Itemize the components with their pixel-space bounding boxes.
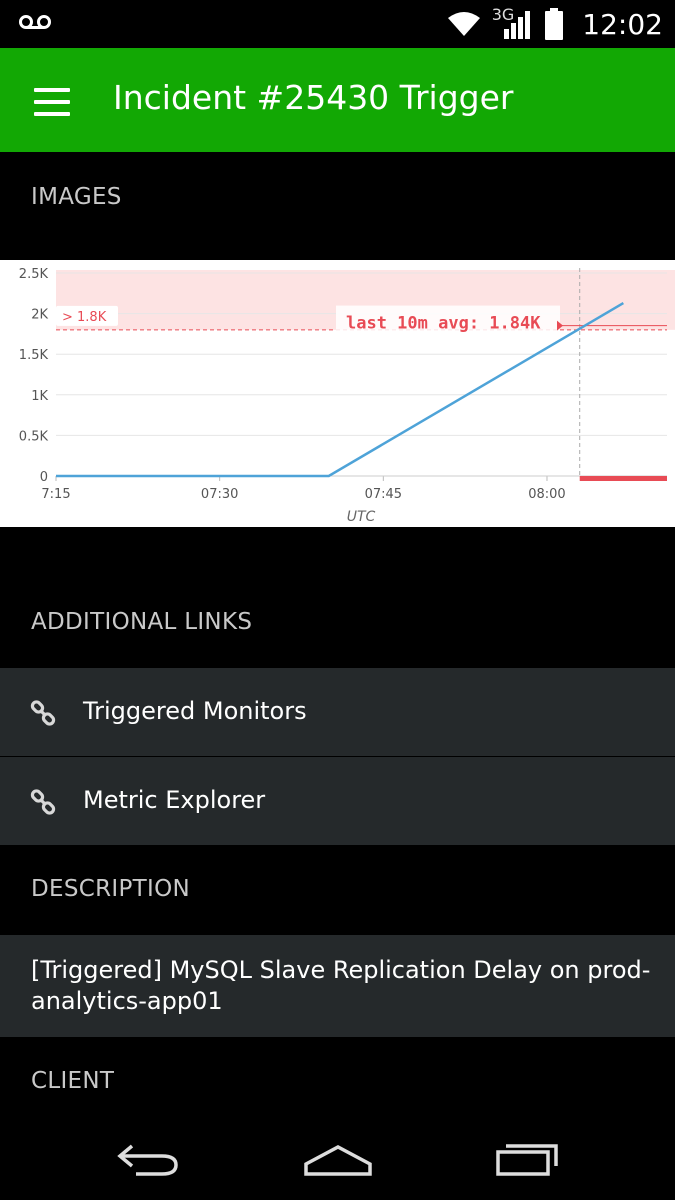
chart-svg: 0 0.5K 1K 1.5K 2K 2.5K 7:15 07:30 07:45 08:00 > 1.…	[19, 267, 675, 525]
nav-bar	[0, 1116, 675, 1200]
chart-annotation-label: last 10m avg: 1.84K	[346, 314, 541, 334]
description-text: [Triggered] MySQL Slave Replication Dela…	[31, 956, 651, 1015]
hamburger-menu-icon[interactable]	[26, 82, 78, 122]
link-icon	[30, 789, 56, 815]
app-bar: Incident #25430 Trigger	[0, 48, 675, 152]
wifi-icon	[447, 12, 480, 36]
chart-x-axis-label: UTC	[347, 509, 376, 525]
link-icon	[30, 700, 56, 726]
chart-y-tick-label: 2K	[31, 308, 48, 323]
page-title: Incident #25430 Trigger	[113, 78, 514, 117]
chart-x-tick-label: 07:45	[365, 487, 402, 502]
link-label: Metric Explorer	[83, 786, 266, 814]
section-header-client: CLIENT	[31, 1068, 115, 1094]
battery-icon	[545, 8, 564, 40]
voicemail-icon	[19, 15, 51, 29]
link-triggered-monitors[interactable]: Triggered Monitors	[0, 668, 675, 756]
recents-icon[interactable]	[486, 1134, 566, 1182]
home-icon[interactable]	[298, 1134, 378, 1182]
description-box: [Triggered] MySQL Slave Replication Dela…	[0, 935, 675, 1037]
back-icon[interactable]	[110, 1134, 190, 1182]
chart-y-tick-label: 0.5K	[19, 429, 49, 444]
chart-alert-bar	[579, 476, 667, 481]
section-header-additional-links: ADDITIONAL LINKS	[31, 609, 253, 635]
chart-x-tick-label: 7:15	[41, 487, 70, 502]
chart-y-tick-label: 1.5K	[19, 348, 49, 363]
metric-chart[interactable]: 0 0.5K 1K 1.5K 2K 2.5K 7:15 07:30 07:45 08:00 > 1.…	[0, 260, 675, 527]
chart-x-tick-label: 07:30	[201, 487, 238, 502]
chart-y-tick-label: 1K	[31, 389, 48, 404]
chart-x-tick-label: 08:00	[528, 487, 565, 502]
network-type-label: 3G	[491, 4, 515, 24]
link-label: Triggered Monitors	[83, 697, 307, 725]
section-header-images: IMAGES	[31, 184, 122, 210]
status-bar: 3G 12:02	[0, 0, 675, 48]
section-header-description: DESCRIPTION	[31, 876, 190, 902]
clock: 12:02	[582, 7, 663, 41]
chart-threshold-label: > 1.8K	[62, 310, 107, 325]
chart-y-tick-label: 2.5K	[19, 267, 49, 282]
chart-y-tick-label: 0	[40, 470, 48, 485]
link-metric-explorer[interactable]: Metric Explorer	[0, 757, 675, 845]
